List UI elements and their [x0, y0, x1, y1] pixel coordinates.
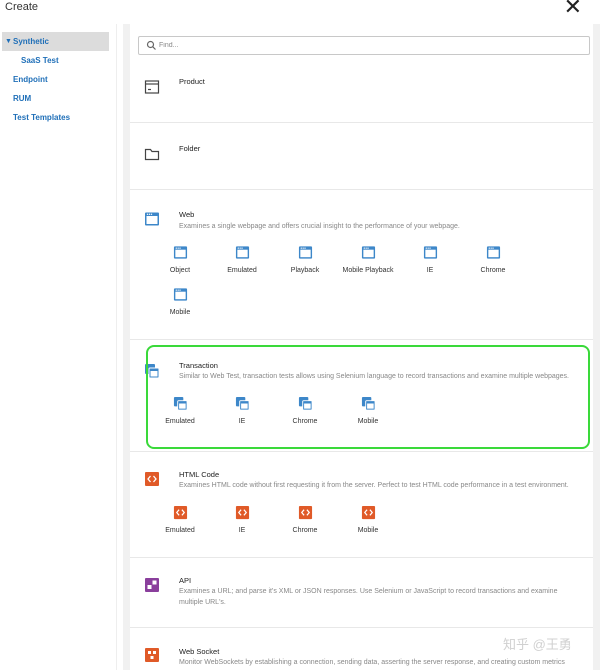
browser-window-icon [423, 246, 437, 259]
title-bar: Create ✕ [0, 0, 600, 24]
api-blocks-icon [145, 578, 159, 592]
product-icon [144, 80, 160, 94]
main-area: Product Folder Web Examines a single web… [123, 24, 600, 670]
sidebar-item-label: Endpoint [13, 75, 48, 84]
websocket-icon [145, 648, 159, 662]
sidebar-item-label: RUM [13, 94, 32, 103]
sidebar-item-label: SaaS Test [21, 56, 59, 65]
tile-label: Chrome [480, 267, 506, 274]
section-web[interactable]: Web Examines a single webpage and offers… [130, 189, 593, 340]
tile-html-ie[interactable]: IE [209, 505, 275, 534]
folder-icon [144, 148, 160, 161]
sidebar-item-synthetic[interactable]: ▼ Synthetic [2, 32, 109, 51]
create-panel: Product Folder Web Examines a single web… [130, 24, 593, 670]
close-icon[interactable]: ✕ [564, 0, 582, 18]
sidebar-item-saas-test[interactable]: SaaS Test [0, 51, 116, 70]
browser-window-icon [173, 246, 187, 259]
tile-label: Mobile [357, 527, 379, 534]
section-description: Monitor WebSockets by establishing a con… [179, 659, 565, 666]
search-icon [146, 40, 156, 50]
tile-label: Mobile [169, 309, 191, 316]
section-description: Examines HTML code without first request… [179, 482, 569, 489]
tile-web-mobile-playback[interactable]: Mobile Playback [335, 245, 401, 274]
sidebar-item-test-templates[interactable]: Test Templates [0, 108, 116, 127]
tile-label: Emulated [227, 267, 257, 274]
tile-label: Chrome [292, 527, 318, 534]
section-title: Web Socket [179, 647, 220, 656]
browser-window-icon [145, 212, 159, 226]
browser-window-icon [361, 246, 375, 259]
tile-label: Mobile Playback [342, 267, 394, 274]
tile-label: Object [169, 267, 191, 274]
tile-html-chrome[interactable]: Chrome [272, 505, 338, 534]
section-title: Web [179, 210, 195, 219]
browser-window-icon [486, 246, 500, 259]
tile-web-mobile[interactable]: Mobile [147, 287, 213, 316]
browser-window-icon [173, 288, 187, 301]
code-brackets-icon [361, 505, 375, 520]
tile-label: Emulated [165, 527, 195, 534]
code-brackets-icon [145, 472, 159, 486]
sidebar-item-label: Test Templates [13, 113, 71, 122]
tile-web-ie[interactable]: IE [397, 245, 463, 274]
tile-label: Playback [290, 267, 320, 274]
sidebar-item-rum[interactable]: RUM [0, 89, 116, 108]
search-input[interactable] [159, 39, 579, 51]
window-title: Create [5, 1, 39, 13]
code-brackets-icon [173, 505, 187, 520]
section-html-code[interactable]: HTML Code Examines HTML code without fir… [130, 451, 593, 558]
tile-label: IE [426, 267, 434, 274]
tile-html-emulated[interactable]: Emulated [147, 505, 213, 534]
tile-web-chrome[interactable]: Chrome [460, 245, 526, 274]
browser-window-icon [235, 246, 249, 259]
code-brackets-icon [235, 505, 249, 520]
section-title: HTML Code [179, 470, 220, 479]
browser-window-icon [298, 246, 312, 259]
section-description: Examines a single webpage and offers cru… [179, 223, 460, 230]
highlight-box [146, 345, 590, 449]
search-box[interactable] [138, 36, 590, 55]
section-title: API [179, 576, 192, 585]
sidebar-item-label: Synthetic [13, 37, 50, 46]
watermark: 知乎 @王勇 [503, 637, 572, 652]
tile-web-emulated[interactable]: Emulated [209, 245, 275, 274]
code-brackets-icon [298, 505, 312, 520]
section-folder[interactable]: Folder [130, 122, 593, 190]
tile-html-mobile[interactable]: Mobile [335, 505, 401, 534]
section-title: Product [179, 77, 205, 86]
sidebar-item-endpoint[interactable]: Endpoint [0, 70, 116, 89]
section-product[interactable]: Product [130, 68, 593, 123]
tile-label: IE [238, 527, 246, 534]
section-api[interactable]: API Examines a URL; and parse it's XML o… [130, 557, 593, 628]
sidebar: ▼ Synthetic SaaS Test Endpoint RUM Test … [0, 24, 117, 670]
tile-web-playback[interactable]: Playback [272, 245, 338, 274]
section-title: Folder [179, 144, 201, 153]
tile-web-object[interactable]: Object [147, 245, 213, 274]
chevron-down-icon: ▼ [5, 38, 12, 45]
section-description: Examines a URL; and parse it's XML or JS… [179, 588, 558, 606]
